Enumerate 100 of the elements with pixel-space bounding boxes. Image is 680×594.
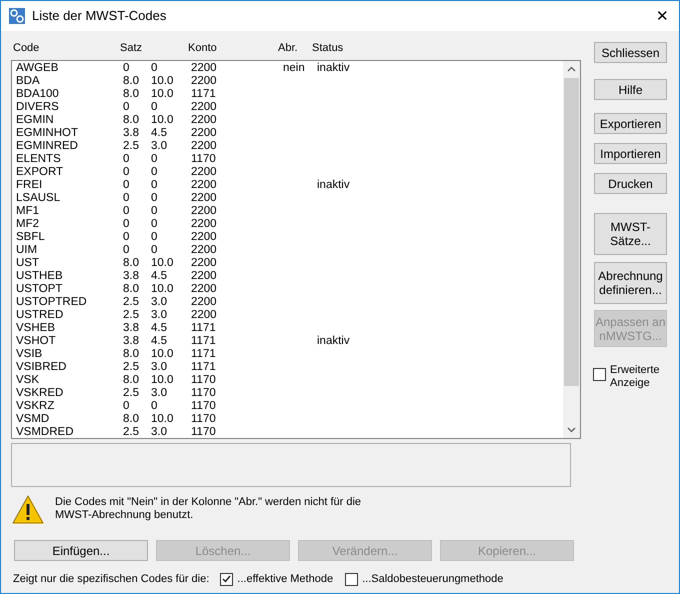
table-cell-text: 2200 — [191, 62, 218, 75]
table-cell-text: 0 — [123, 101, 130, 114]
table-cell-text: EGMIN — [16, 114, 55, 127]
table-cell-text: 1171 — [191, 361, 217, 374]
table-cell-text: SBFL — [16, 231, 46, 244]
checkbox[interactable] — [220, 572, 234, 586]
checkbox[interactable] — [345, 572, 358, 586]
table-cell: inaktiv — [317, 62, 350, 75]
table-cell-text: 1170 — [191, 400, 217, 413]
table-cell-text: 2200 — [191, 75, 218, 88]
table-cell-text: 3.0 — [151, 309, 168, 322]
table-cell-text: 2.5 — [123, 296, 140, 309]
table-cell-text: USTRED — [16, 309, 64, 322]
table-cell-text: 8.0 — [123, 374, 140, 387]
table-cell-text: BDA100 — [16, 88, 60, 101]
close-button[interactable]: ✕ — [656, 8, 669, 24]
table-cell-text: 3.0 — [151, 296, 168, 309]
button[interactable]: Drucken — [594, 173, 667, 194]
table-cell-text: 1171 — [191, 335, 217, 348]
table-cell-text: 8.0 — [123, 88, 140, 101]
column-header: Code — [13, 41, 40, 56]
button[interactable]: Hilfe — [594, 79, 667, 100]
button[interactable]: Abrechnung definieren... — [594, 262, 667, 304]
table-cell-text: 4.5 — [151, 270, 168, 283]
table-cell-text: 2.5 — [123, 387, 140, 400]
table-cell: inaktiv — [317, 179, 350, 192]
scrollbar-thumb[interactable] — [564, 78, 579, 386]
table-cell-text: 1171 — [191, 88, 217, 101]
table-cell-text: 3.8 — [123, 335, 140, 348]
table-cell-text: 2200 — [191, 114, 218, 127]
table-cell-text: 2.5 — [123, 140, 140, 153]
code-list[interactable] — [11, 60, 581, 439]
table-cell-text: 0 — [151, 153, 158, 166]
checkbox-label: Erweiterte Anzeige — [610, 364, 660, 390]
table-cell-text: 10.0 — [151, 75, 174, 88]
column-header: Status — [312, 41, 344, 56]
table-cell-text: 2.5 — [123, 361, 140, 374]
table-cell-text: 4.5 — [151, 322, 168, 335]
table-cell-text: VSMD — [16, 413, 50, 426]
table-cell-text: 2200 — [191, 218, 218, 231]
table-cell-text: 10.0 — [151, 114, 174, 127]
table-cell-text: 2200 — [191, 309, 218, 322]
table-cell-text: 2200 — [191, 127, 218, 140]
table-cell-text: LSAUSL — [16, 192, 62, 205]
table-cell-text: 10.0 — [151, 348, 174, 361]
table-cell-text: 3.8 — [123, 322, 140, 335]
table-cell-text: MF1 — [16, 205, 40, 218]
table-cell-text: VSMDRED — [16, 426, 75, 438]
checkmark-icon — [222, 575, 232, 584]
checkbox[interactable] — [593, 368, 606, 381]
table-cell-text: 0 — [151, 166, 158, 179]
table-cell-text: 3.8 — [123, 127, 140, 140]
table-cell-text: VSHOT — [16, 335, 57, 348]
table-cell-text: 4.5 — [151, 127, 168, 140]
table-cell-text: 2200 — [191, 166, 218, 179]
table-cell-text: 8.0 — [123, 75, 140, 88]
button[interactable]: Schliessen — [594, 42, 667, 63]
table-cell-text: 2200 — [191, 244, 218, 257]
table-cell-text: 2.5 — [123, 426, 140, 438]
table-cell-text: FREI — [16, 179, 44, 192]
table-cell-text: 10.0 — [151, 257, 174, 270]
table-cell-text: 2200 — [191, 179, 218, 192]
table-cell-text: 8.0 — [123, 283, 140, 296]
table-cell-text: 3.0 — [151, 140, 168, 153]
table-cell-text: 0 — [151, 400, 158, 413]
table-cell-text: 1170 — [191, 374, 217, 387]
table-cell-text: 1170 — [191, 426, 217, 438]
button[interactable]: MWST- Sätze... — [594, 213, 667, 255]
table-cell-text: 0 — [151, 179, 158, 192]
table-cell-text: 3.8 — [123, 270, 140, 283]
table-cell-text: 10.0 — [151, 283, 174, 296]
table-cell-text: EGMINHOT — [16, 127, 79, 140]
warning-text: Die Codes mit "Nein" in der Kolonne "Abr." werden nicht für die MWST-Abrechnung benutzt. — [55, 496, 362, 522]
table-cell-text: 4.5 — [151, 335, 168, 348]
column-header: Satz — [120, 41, 142, 56]
table-cell-text: 0 — [151, 205, 158, 218]
table-cell-text: 2200 — [191, 101, 218, 114]
button[interactable]: Einfügen... — [14, 540, 148, 561]
table-cell-text: 0 — [151, 192, 158, 205]
table-cell-text: 0 — [123, 218, 130, 231]
table-cell-text: 1170 — [191, 153, 217, 166]
table-cell-text: 2200 — [191, 296, 218, 309]
table-cell-text: 10.0 — [151, 413, 174, 426]
button[interactable]: Importieren — [594, 143, 667, 164]
table-cell-text: 2200 — [191, 205, 218, 218]
table-cell-text: 0 — [151, 101, 158, 114]
filter-label: Zeigt nur die spezifischen Codes für die: — [13, 572, 210, 587]
table-cell-text: 0 — [123, 205, 130, 218]
table-cell-text: 0 — [123, 153, 130, 166]
button[interactable]: Exportieren — [594, 113, 667, 134]
table-cell-text: EGMINRED — [16, 140, 79, 153]
table-cell-text: UST — [16, 257, 40, 270]
scrollbar[interactable] — [563, 61, 580, 438]
table-cell-text: 3.0 — [151, 361, 168, 374]
table-cell-text: DIVERS — [16, 101, 60, 114]
table-cell-text: VSHEB — [16, 322, 56, 335]
table-cell-text: VSKRED — [16, 387, 64, 400]
table-cell-text: 0 — [151, 218, 158, 231]
app-icon — [9, 8, 25, 24]
table-cell-text: 0 — [123, 166, 130, 179]
